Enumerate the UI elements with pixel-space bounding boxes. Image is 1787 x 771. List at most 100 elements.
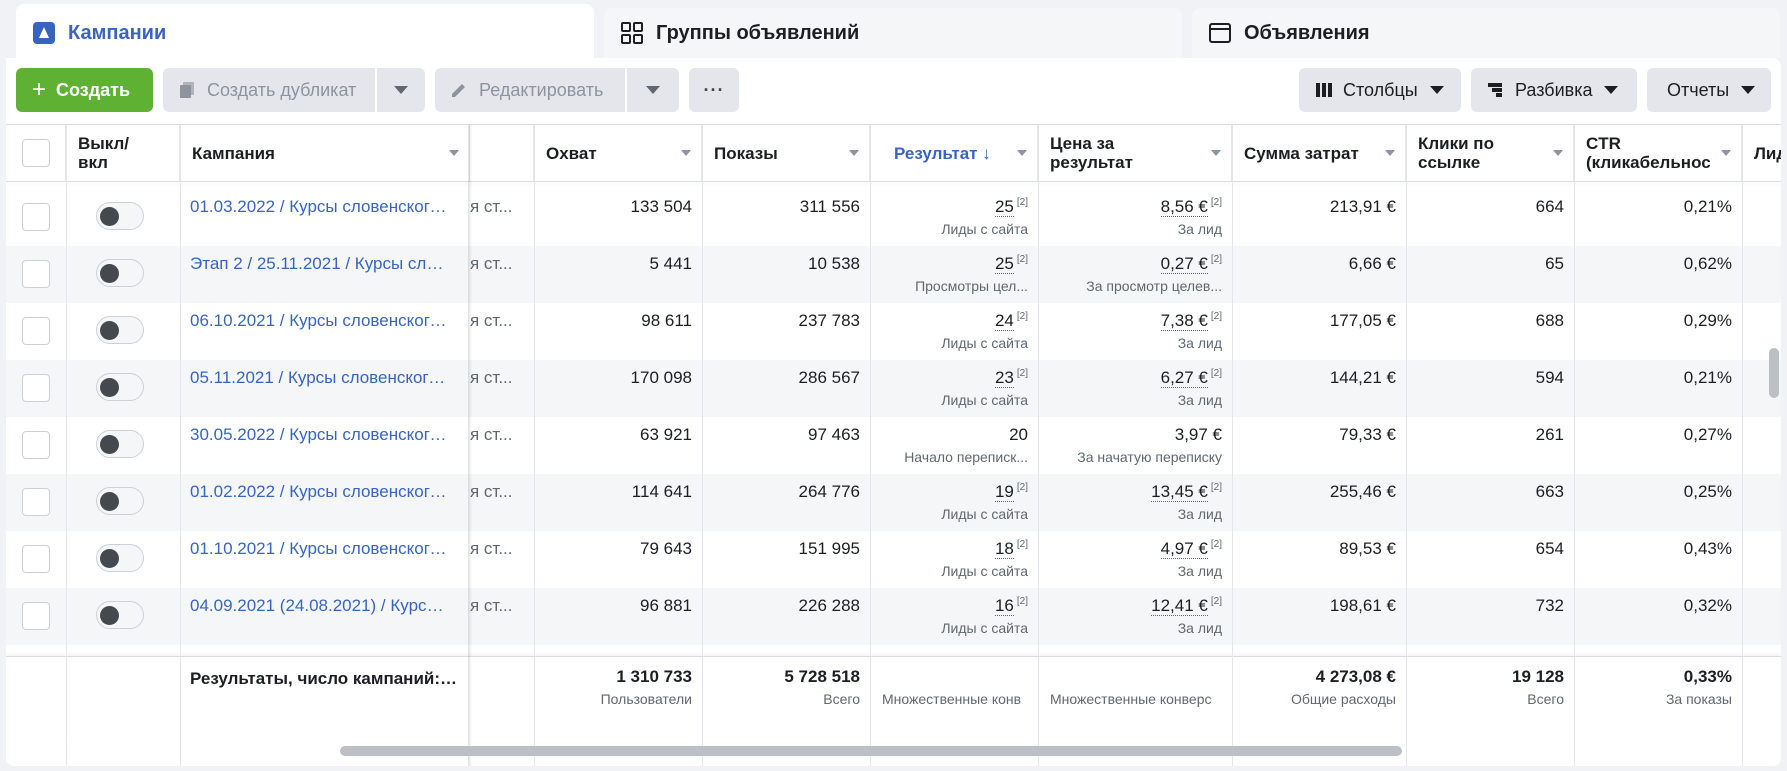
duplicate-button[interactable]: Создать дубликат — [163, 68, 375, 112]
table-row[interactable]: 30.05.2022 / Курсы словенского языка я с… — [6, 417, 1781, 474]
row-checkbox[interactable] — [22, 317, 50, 345]
cost-value[interactable]: 7,38 € — [1160, 311, 1208, 331]
impressions-value: 286 567 — [798, 368, 860, 387]
edit-button[interactable]: Редактировать — [435, 68, 625, 112]
header-result-label: Результат ↓ — [894, 143, 991, 163]
column-divider — [1574, 125, 1575, 766]
row-checkbox[interactable] — [22, 488, 50, 516]
select-all-checkbox[interactable] — [22, 139, 50, 167]
create-button[interactable]: + Создать — [16, 68, 153, 112]
cost-value[interactable]: 3,97 € — [1175, 425, 1222, 444]
campaign-name-link[interactable]: 30.05.2022 / Курсы словенского языка — [190, 425, 452, 445]
result-cell: 24 [2] Лиды с сайта — [870, 303, 1028, 360]
campaign-name-link[interactable]: 04.09.2021 (24.08.2021) / Курсы словенск… — [190, 596, 452, 616]
campaign-toggle[interactable] — [96, 601, 144, 629]
campaign-toggle[interactable] — [96, 373, 144, 401]
cost-type: За лид — [1177, 221, 1222, 237]
cost-type: За лид — [1177, 506, 1222, 522]
result-value[interactable]: 19 — [994, 482, 1014, 502]
header-link-clicks[interactable]: Клики по ссылке — [1406, 125, 1574, 181]
horizontal-scrollbar[interactable] — [340, 746, 1402, 756]
cost-cell: 8,56 € [2] За лид — [1038, 189, 1222, 246]
table-row[interactable]: 04.09.2021 (24.08.2021) / Курсы словенск… — [6, 588, 1781, 645]
table-row[interactable]: 01.03.2022 / Курсы словенского языка я с… — [6, 189, 1781, 246]
ctr-cell: 0,21% — [1574, 360, 1732, 417]
cost-value[interactable]: 0,27 € — [1160, 254, 1208, 274]
campaign-toggle[interactable] — [96, 259, 144, 287]
table-row[interactable]: 06.10.2021 / Курсы словенского языка я с… — [6, 303, 1781, 360]
campaign-name-link[interactable]: 01.02.2022 / Курсы словенского языка — [190, 482, 452, 502]
row-checkbox[interactable] — [22, 431, 50, 459]
campaign-toggle[interactable] — [96, 316, 144, 344]
totals-ctr-value: 0,33% — [1683, 667, 1732, 686]
table-row[interactable]: 05.11.2021 / Курсы словенского языка я с… — [6, 360, 1781, 417]
header-ctr[interactable]: CTR (кликабельнос — [1574, 125, 1742, 181]
campaign-toggle[interactable] — [96, 430, 144, 458]
clicks-cell: 261 — [1406, 417, 1564, 474]
campaign-name-link[interactable]: Этап 2 / 25.11.2021 / Курсы словенского … — [190, 254, 452, 274]
result-value[interactable]: 16 — [994, 596, 1014, 616]
clicks-value: 594 — [1535, 368, 1564, 387]
tab-campaigns[interactable]: Кампании — [16, 4, 594, 62]
columns-button[interactable]: Столбцы — [1299, 68, 1461, 112]
campaign-toggle[interactable] — [96, 487, 144, 515]
columns-label: Столбцы — [1343, 79, 1418, 100]
campaign-name-link[interactable]: 01.03.2022 / Курсы словенского языка — [190, 197, 452, 217]
reach-value: 96 881 — [640, 596, 692, 615]
result-value[interactable]: 25 — [994, 254, 1014, 274]
header-reach[interactable]: Охват — [534, 125, 702, 181]
cost-value[interactable]: 12,41 € — [1151, 596, 1208, 616]
header-campaign[interactable]: Кампания — [180, 125, 470, 181]
header-cost-per-result[interactable]: Цена за результат — [1038, 125, 1232, 181]
result-cell: 25 [2] Лиды с сайта — [870, 189, 1028, 246]
row-checkbox[interactable] — [22, 602, 50, 630]
campaign-name-link[interactable]: 05.11.2021 / Курсы словенского языка — [190, 368, 452, 388]
result-value[interactable]: 24 — [994, 311, 1014, 331]
result-value[interactable]: 23 — [994, 368, 1014, 388]
column-divider — [534, 125, 535, 766]
header-impressions[interactable]: Показы — [702, 125, 870, 181]
result-value[interactable]: 18 — [994, 539, 1014, 559]
tab-ads[interactable]: Объявления — [1192, 8, 1780, 58]
table-row[interactable]: Этап 2 / 25.11.2021 / Курсы словенского … — [6, 246, 1781, 303]
impressions-cell: 237 783 — [702, 303, 860, 360]
table-row[interactable]: 01.02.2022 / Курсы словенского языка я с… — [6, 474, 1781, 531]
cost-cell: 13,45 € [2] За лид — [1038, 474, 1222, 531]
header-result[interactable]: Результат ↓ — [870, 125, 1038, 181]
cost-value[interactable]: 13,45 € — [1151, 482, 1208, 502]
cost-value[interactable]: 4,97 € — [1160, 539, 1208, 559]
duplicate-dropdown-button[interactable] — [377, 68, 425, 112]
edit-dropdown-button[interactable] — [627, 68, 679, 112]
breakdown-button[interactable]: Разбивка — [1471, 68, 1637, 112]
more-options-button[interactable]: ··· — [689, 68, 739, 112]
spend-cell: 6,66 € — [1232, 246, 1396, 303]
campaign-toggle[interactable] — [96, 544, 144, 572]
campaign-name-link[interactable]: 01.10.2021 / Курсы словенского языка — [190, 539, 452, 559]
row-checkbox[interactable] — [22, 203, 50, 231]
result-value[interactable]: 20 — [1009, 425, 1028, 444]
reach-value: 5 441 — [649, 254, 692, 273]
row-checkbox[interactable] — [22, 260, 50, 288]
ctr-value: 0,29% — [1683, 311, 1732, 330]
campaign-toggle[interactable] — [96, 202, 144, 230]
toggle-knob — [100, 264, 119, 283]
campaign-name-link[interactable]: 06.10.2021 / Курсы словенского языка — [190, 311, 452, 331]
cost-value[interactable]: 8,56 € — [1160, 197, 1208, 217]
header-spend[interactable]: Сумма затрат — [1232, 125, 1406, 181]
result-value[interactable]: 25 — [994, 197, 1014, 217]
totals-spend: 4 273,08 € Общие расходы — [1232, 667, 1396, 707]
impressions-cell: 311 556 — [702, 189, 860, 246]
vertical-scrollbar[interactable] — [1769, 348, 1779, 398]
row-checkbox[interactable] — [22, 545, 50, 573]
row-checkbox[interactable] — [22, 374, 50, 402]
reports-button[interactable]: Отчеты — [1647, 68, 1771, 112]
tab-adsets[interactable]: Группы объявлений — [604, 8, 1182, 58]
table-row[interactable]: 01.10.2021 / Курсы словенского языка я с… — [6, 531, 1781, 588]
header-leads[interactable]: Лид — [1742, 125, 1781, 181]
footnote-mark: [2] — [1016, 254, 1028, 265]
header-hidden-column — [470, 125, 534, 181]
main-panel: + Создать Создать дубликат Редактировать — [6, 58, 1781, 766]
cost-cell: 12,41 € [2] За лид — [1038, 588, 1222, 645]
totals-result-sub: Множественные конв — [882, 691, 1022, 707]
cost-value[interactable]: 6,27 € — [1160, 368, 1208, 388]
